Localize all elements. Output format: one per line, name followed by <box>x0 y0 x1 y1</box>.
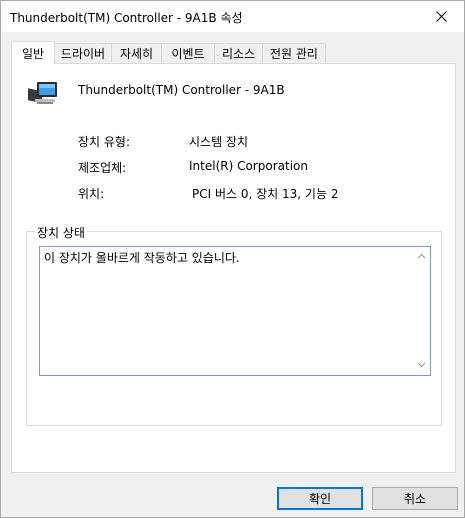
scroll-up-icon[interactable] <box>417 252 426 261</box>
monitor-device-icon <box>28 82 57 104</box>
device-status-group: 장치 상태 이 장치가 올바르게 작동하고 있습니다. <box>26 224 442 426</box>
device-name: Thunderbolt(TM) Controller - 9A1B <box>78 83 285 97</box>
device-status-textbox[interactable]: 이 장치가 올바르게 작동하고 있습니다. <box>39 246 431 376</box>
properties-dialog: Thunderbolt(TM) Controller - 9A1B 속성 일반 … <box>0 0 465 518</box>
device-status-text: 이 장치가 올바르게 작동하고 있습니다. <box>44 251 240 265</box>
device-status-title: 장치 상태 <box>35 224 87 241</box>
tab-strip: 일반 드라이버 자세히 이벤트 리소스 전원 관리 <box>11 41 456 64</box>
tab-general[interactable]: 일반 <box>11 41 55 64</box>
ok-button[interactable]: 확인 <box>277 487 363 510</box>
scroll-down-icon[interactable] <box>417 360 426 369</box>
general-tab-panel: Thunderbolt(TM) Controller - 9A1B 장치 유형:… <box>11 63 456 473</box>
device-type-value: 시스템 장치 <box>189 135 249 149</box>
cancel-button[interactable]: 취소 <box>372 487 458 510</box>
close-button[interactable] <box>418 1 464 32</box>
location-label: 위치: <box>78 187 105 201</box>
tab-resources[interactable]: 리소스 <box>214 43 263 62</box>
location-value: PCI 버스 0, 장치 13, 기능 2 <box>192 187 339 201</box>
tab-details[interactable]: 자세히 <box>111 43 162 62</box>
title-bar: Thunderbolt(TM) Controller - 9A1B 속성 <box>1 1 464 32</box>
window-title: Thunderbolt(TM) Controller - 9A1B 속성 <box>10 11 243 25</box>
device-type-label: 장치 유형: <box>78 135 131 149</box>
close-icon <box>435 11 447 22</box>
status-scrollbar[interactable] <box>413 247 430 375</box>
manufacturer-label: 제조업체: <box>78 161 127 175</box>
tab-power-management[interactable]: 전원 관리 <box>262 43 326 62</box>
tab-driver[interactable]: 드라이버 <box>54 43 112 62</box>
manufacturer-value: Intel(R) Corporation <box>189 159 308 173</box>
tab-events[interactable]: 이벤트 <box>161 43 215 62</box>
